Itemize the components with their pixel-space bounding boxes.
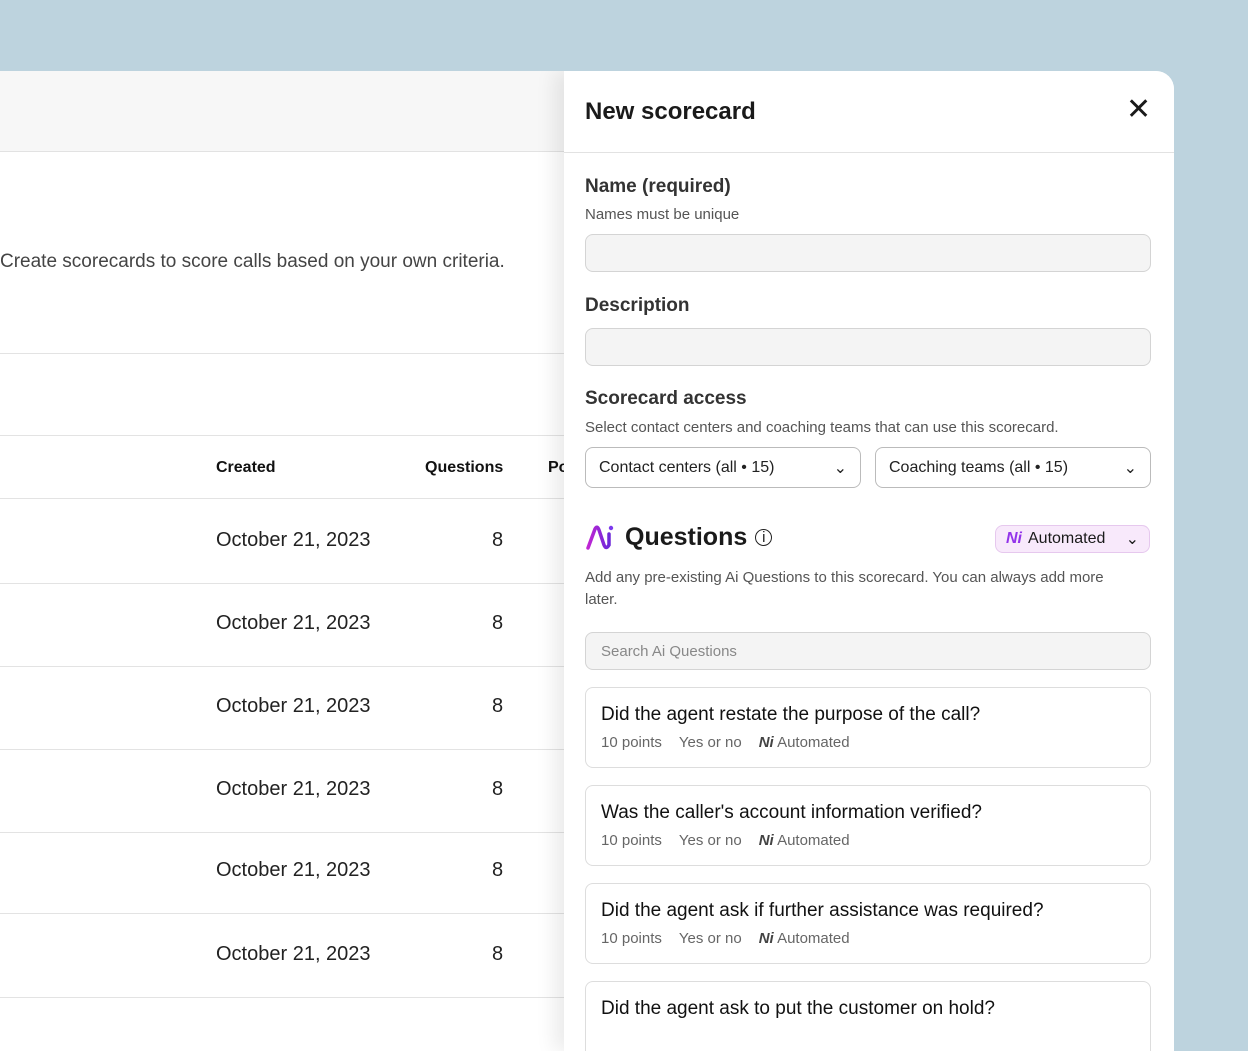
coaching-teams-select[interactable]: Coaching teams (all • 15) ⌄ [875,447,1151,488]
automated-filter-dropdown[interactable]: Ni Automated ⌄ [995,525,1150,553]
drawer-title: New scorecard [585,98,756,126]
answer-type: Yes or no [679,734,742,751]
questions-cell: 8 [492,695,503,718]
ai-icon: Ni [759,734,774,751]
question-title: Did the agent ask to put the customer on… [601,998,1135,1020]
question-card[interactable]: Did the agent ask if further assistance … [585,883,1151,964]
mode: Ni Automated [759,930,850,947]
divider [0,666,564,667]
contact-centers-select[interactable]: Contact centers (all • 15) ⌄ [585,447,861,488]
filter-value: Automated [1028,530,1105,548]
questions-cell: 8 [492,612,503,635]
question-title: Did the agent restate the purpose of the… [601,704,1135,726]
description-label: Description [585,295,690,317]
ai-icon: Ni [759,832,774,849]
new-scorecard-drawer: New scorecard ✕ Name (required) Names mu… [564,71,1174,1051]
question-card[interactable]: Did the agent ask to put the customer on… [585,981,1151,1051]
created-cell: October 21, 2023 [216,612,371,635]
divider [0,997,564,998]
page-header [0,71,564,152]
questions-description: Add any pre-existing Ai Questions to thi… [585,567,1135,611]
questions-heading: Questions i [585,523,772,552]
points: 10 points [601,832,662,849]
name-hint: Names must be unique [585,206,739,223]
close-icon[interactable]: ✕ [1126,95,1151,125]
chevron-down-icon: ⌄ [834,458,847,478]
mode-label: Automated [777,734,850,751]
points: 10 points [601,734,662,751]
info-icon[interactable]: i [755,529,772,546]
coaching-teams-value: Coaching teams (all • 15) [889,459,1068,477]
divider [0,498,564,499]
points: 10 points [601,930,662,947]
ai-icon: Ni [1006,530,1022,548]
mode: Ni Automated [759,832,850,849]
question-card[interactable]: Was the caller's account information ver… [585,785,1151,866]
access-label: Scorecard access [585,388,747,410]
questions-title: Questions [625,523,747,552]
question-title: Did the agent ask if further assistance … [601,900,1135,922]
answer-type: Yes or no [679,930,742,947]
divider [564,152,1174,153]
mode: Ni Automated [759,734,850,751]
divider [0,832,564,833]
divider [0,749,564,750]
app-window: Create scorecards to score calls based o… [0,71,1174,1051]
created-cell: October 21, 2023 [216,859,371,882]
name-input[interactable] [585,234,1151,272]
column-header-questions[interactable]: Questions [425,459,503,477]
ai-icon: Ni [759,930,774,947]
divider [0,353,564,354]
divider [0,435,564,436]
created-cell: October 21, 2023 [216,778,371,801]
answer-type: Yes or no [679,832,742,849]
created-cell: October 21, 2023 [216,529,371,552]
ai-logo-icon [585,525,617,551]
mode-label: Automated [777,930,850,947]
created-cell: October 21, 2023 [216,695,371,718]
column-header-created[interactable]: Created [216,459,276,477]
created-cell: October 21, 2023 [216,943,371,966]
access-hint: Select contact centers and coaching team… [585,419,1059,436]
questions-cell: 8 [492,778,503,801]
divider [0,583,564,584]
question-card[interactable]: Did the agent restate the purpose of the… [585,687,1151,768]
questions-cell: 8 [492,859,503,882]
name-label: Name (required) [585,176,731,198]
chevron-down-icon: ⌄ [1124,458,1137,478]
mode-label: Automated [777,832,850,849]
question-title: Was the caller's account information ver… [601,802,1135,824]
chevron-down-icon: ⌄ [1126,529,1139,549]
questions-cell: 8 [492,529,503,552]
questions-cell: 8 [492,943,503,966]
description-input[interactable] [585,328,1151,366]
search-questions-input[interactable]: Search Ai Questions [585,632,1151,670]
contact-centers-value: Contact centers (all • 15) [599,459,774,477]
page-intro: Create scorecards to score calls based o… [0,251,505,273]
divider [0,913,564,914]
